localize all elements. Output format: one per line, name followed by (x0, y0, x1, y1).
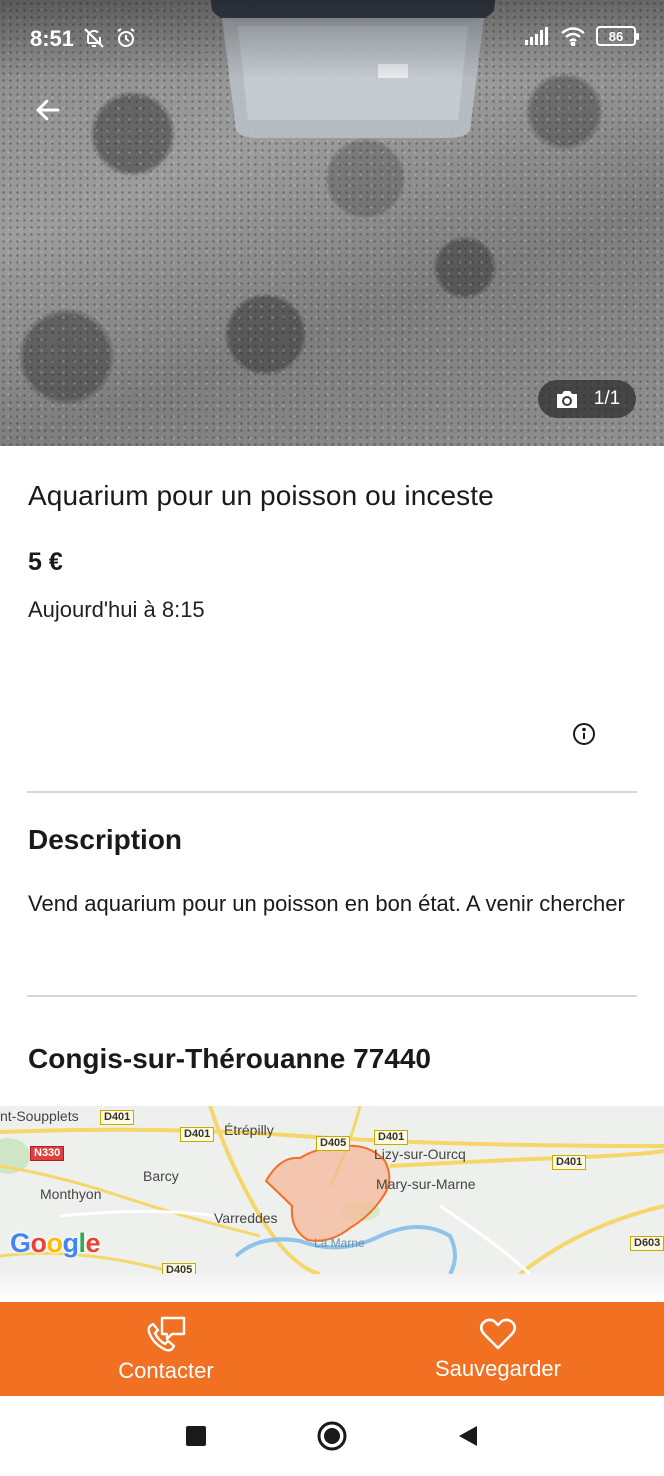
recents-button[interactable] (178, 1418, 214, 1454)
map-place: La Marne (314, 1236, 365, 1250)
location-heading: Congis-sur-Thérouanne 77440 (28, 1043, 431, 1074)
alarm-icon (117, 28, 135, 47)
contact-button[interactable]: Contacter (0, 1302, 332, 1396)
battery-indicator: 86 (596, 26, 639, 46)
contact-label: Contacter (118, 1358, 214, 1383)
road-badge: N330 (30, 1146, 65, 1161)
triangle-back-icon (459, 1426, 477, 1446)
google-logo: Google (10, 1228, 101, 1258)
map-place: Monthyon (40, 1186, 102, 1202)
map-place: Lizy-sur-Ourcq (374, 1146, 466, 1162)
map-place: Barcy (143, 1168, 179, 1184)
save-label: Sauvegarder (435, 1356, 561, 1381)
status-bar: 8:51 86 (0, 0, 664, 80)
signal-icon (525, 27, 548, 45)
divider (27, 791, 637, 793)
arrow-left-icon (36, 99, 60, 121)
home-button[interactable] (314, 1418, 350, 1454)
bell-off-icon (84, 28, 104, 48)
map-place: Mary-sur-Marne (376, 1176, 476, 1192)
status-icons-left (82, 26, 138, 50)
description-heading: Description (28, 824, 183, 855)
photo-counter[interactable]: 1/1 (538, 380, 636, 418)
phone-chat-icon (147, 1316, 186, 1352)
system-nav-bar (0, 1396, 664, 1476)
listing-price: 5 € (28, 548, 63, 576)
listing-date: Aujourd'hui à 8:15 (28, 597, 205, 622)
back-button[interactable] (28, 90, 68, 130)
back-nav-button[interactable] (450, 1418, 486, 1454)
listing-title: Aquarium pour un poisson ou inceste (28, 480, 494, 511)
road-badge: D405 (162, 1263, 197, 1274)
wifi-icon (561, 27, 585, 46)
road-badge: D603 (630, 1236, 664, 1251)
map-place: nt-Soupplets (0, 1108, 79, 1124)
divider (27, 995, 637, 997)
square-icon (186, 1426, 206, 1446)
status-time: 8:51 (30, 26, 75, 51)
heart-icon (479, 1318, 517, 1350)
status-icons-right: 86 (524, 26, 639, 46)
info-icon[interactable] (572, 722, 596, 746)
road-badge: D401 (374, 1130, 409, 1145)
road-badge: D401 (180, 1127, 215, 1142)
map-shadow (0, 1274, 664, 1302)
description-text: Vend aquarium pour un poisson en bon éta… (28, 891, 625, 916)
map-place: Varreddes (214, 1210, 278, 1226)
road-badge: D401 (552, 1155, 587, 1170)
photo-counter-text: 1/1 (593, 388, 621, 409)
action-bar: Contacter Sauvegarder (0, 1302, 664, 1396)
road-badge: D405 (316, 1136, 351, 1151)
map-place: Étrépilly (224, 1122, 274, 1138)
save-button[interactable]: Sauvegarder (332, 1302, 664, 1396)
camera-icon (556, 391, 577, 408)
circle-icon (317, 1421, 347, 1451)
road-badge: D401 (100, 1110, 135, 1125)
